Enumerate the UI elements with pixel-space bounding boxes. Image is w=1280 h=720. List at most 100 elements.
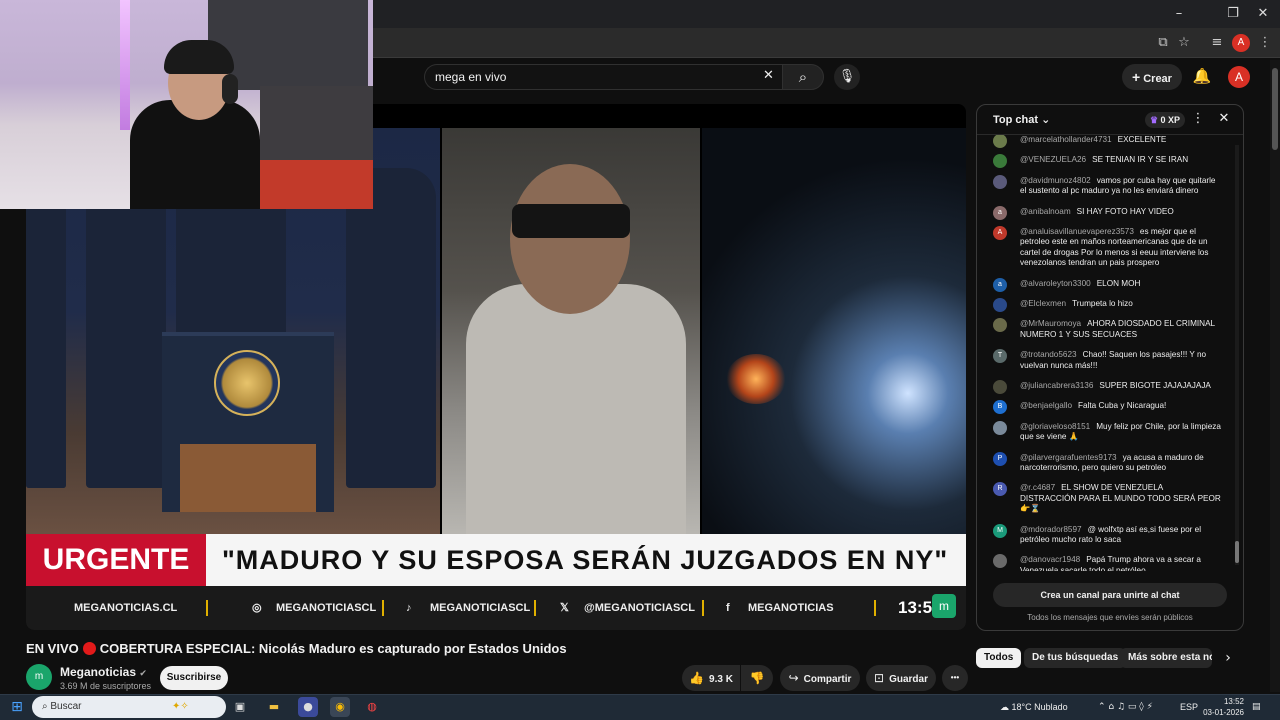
share-button[interactable]: ↪ Compartir [780,665,860,691]
chat-author-name[interactable]: @alvaroleyton3300 [1020,279,1091,288]
chat-author-avatar[interactable] [993,174,1007,189]
chat-author-name[interactable]: @marcelathollander4731 [1020,135,1112,144]
chat-author-avatar[interactable] [993,154,1007,169]
tray-icons[interactable]: ⌃ ⌂ ♫ ▭ ◊ ⚡ [1098,697,1153,717]
chat-message[interactable]: R @r.c4687 EL SHOW DE VENEZUELA DISTRACCIÓ… [993,482,1221,514]
account-avatar[interactable]: A [1228,66,1250,88]
window-maximize-button[interactable]: ❐ [1218,4,1248,24]
browser-profile-avatar[interactable]: A [1232,34,1250,52]
obs-icon[interactable]: ◍ [362,697,382,717]
chat-message[interactable]: M @mdorador8597 @ wolfxtp así es,si fuese … [993,523,1221,546]
like-button[interactable]: 👍 9.3 K [682,665,740,691]
chat-message[interactable]: @davidmunoz4802 vamos por cuba hay que qu… [993,174,1221,197]
chat-message[interactable]: @gloriaveloso8151 Muy feliz por Chile, po… [993,420,1221,443]
chat-author-name[interactable]: @r.c4687 [1020,483,1055,492]
chat-author-name[interactable]: @danovacr1948 [1020,555,1080,564]
chat-author-avatar[interactable]: A [993,226,1007,240]
chat-scroll-thumb[interactable] [1235,541,1239,563]
file-explorer-icon[interactable]: ▬ [264,697,284,717]
create-channel-button[interactable]: Crea un canal para unirte al chat [993,583,1227,607]
channel-avatar[interactable]: m [26,664,52,690]
chat-author-avatar[interactable]: T [993,349,1007,364]
chrome-icon[interactable]: ◉ [330,697,350,717]
media-controls-icon[interactable]: ≡ [1208,34,1226,52]
create-button[interactable]: + Crear [1122,64,1182,90]
chat-author-name[interactable]: @davidmunoz4802 [1020,176,1091,185]
dislike-button[interactable]: 👎 [741,665,773,691]
chat-author-avatar[interactable]: a [993,277,1007,292]
chat-author-name[interactable]: @VENEZUELA26 [1020,155,1086,164]
page-scrollbar[interactable] [1270,60,1280,692]
chat-author-name[interactable]: @benjaelgallo [1020,401,1072,410]
chip-todos[interactable]: Todos [976,648,1022,668]
chat-author-avatar[interactable]: R [993,482,1007,497]
chat-message[interactable]: T @trotando5623 Chao!! Saquen los pasajes!… [993,349,1221,371]
page-scroll-thumb[interactable] [1272,68,1278,150]
weather-widget[interactable]: ☁ 18°C Nublado [1000,697,1068,717]
chat-author-avatar[interactable]: B [993,400,1007,415]
chat-message-body: @juliancabrera3136 SUPER BIGOTE JAJAJAJAJ… [1020,381,1221,391]
chip-de-tus-busquedas[interactable]: De tus búsquedas [1024,648,1127,668]
clear-search-icon[interactable]: ✕ [763,68,774,83]
bookmark-star-icon[interactable]: ☆ [1175,34,1193,52]
chat-author-name[interactable]: @Elclexmen [1020,299,1066,308]
chat-author-name[interactable]: @mdorador8597 [1020,525,1082,534]
chat-scrollbar[interactable] [1235,145,1239,565]
chat-message[interactable]: @juliancabrera3136 SUPER BIGOTE JAJAJAJAJ… [993,380,1221,394]
discord-icon[interactable]: ● [298,697,318,717]
chat-author-avatar[interactable] [993,135,1007,148]
search-box[interactable]: ✕ [424,64,782,90]
channel-name[interactable]: Meganoticias ✔ [60,665,147,679]
voice-search-button[interactable]: 🎙 [834,64,860,90]
chat-message[interactable]: a @anibalnoam SI HAY FOTO HAY VIDEO [993,205,1221,220]
chip-mas-sobre-esta[interactable]: Más sobre esta not [1120,648,1212,668]
chat-message[interactable]: B @benjaelgallo Falta Cuba y Nicaragua! [993,400,1221,415]
chat-author-avatar[interactable] [993,380,1007,394]
language-indicator[interactable]: ESP [1180,697,1198,717]
chat-author-name[interactable]: @juliancabrera3136 [1020,381,1093,390]
chat-author-name[interactable]: @analuisavillanuevaperez3573 [1020,227,1134,236]
chat-message[interactable]: @marcelathollander4731 EXCELENTE [993,135,1221,148]
subscriber-count: 3.69 M de suscriptores [60,681,152,691]
window-minimize-button[interactable]: – [1164,4,1194,24]
chat-menu-icon[interactable]: ⋮ [1191,111,1205,129]
chat-mode-dropdown[interactable]: Top chat ⌄ [993,113,1050,126]
chat-author-avatar[interactable] [993,420,1007,435]
save-button[interactable]: ⊡ Guardar [866,665,936,691]
taskbar-search[interactable]: ⌕ Buscar ✦✧ [32,696,226,718]
chat-message[interactable]: @Elclexmen Trumpeta lo hizo [993,298,1221,312]
chat-author-avatar[interactable] [993,554,1007,569]
close-chat-icon[interactable]: ✕ [1215,111,1233,129]
chat-author-avatar[interactable]: a [993,205,1007,220]
xp-badge[interactable]: ♛ 0 XP [1145,112,1185,128]
more-actions-button[interactable]: ••• [942,665,968,691]
notifications-bell-icon[interactable]: 🔔 [1192,66,1212,86]
taskbar-clock[interactable]: 13:52 03-01-2026 [1202,696,1244,718]
install-app-icon[interactable]: ⧉ [1154,34,1172,52]
chat-author-avatar[interactable] [993,298,1007,312]
chat-message[interactable]: a @alvaroleyton3300 ELON MOH [993,277,1221,292]
chevron-right-icon[interactable]: › [1218,648,1238,668]
chat-message[interactable]: @MrMauromoya AHORA DIOSDADO EL CRIMINAL N… [993,318,1221,340]
windows-start-icon[interactable]: ⊞ [8,698,26,716]
chat-author-name[interactable]: @trotando5623 [1020,350,1077,359]
browser-menu-icon[interactable]: ⋮ [1256,34,1274,52]
search-button[interactable]: ⌕ [782,64,824,90]
chat-author-avatar[interactable]: P [993,451,1007,466]
chat-message[interactable]: A @analuisavillanuevaperez3573 es mejor qu… [993,226,1221,269]
chat-message[interactable]: @danovacr1948 Papá Trump ahora va a secar… [993,554,1221,571]
chat-author-avatar[interactable] [993,318,1007,333]
chat-author-name[interactable]: @pilarvergarafuentes9173 [1020,453,1117,462]
chat-message-body: @MrMauromoya AHORA DIOSDADO EL CRIMINAL N… [1020,319,1221,340]
window-close-button[interactable]: ✕ [1248,4,1278,24]
chat-message[interactable]: @VENEZUELA26 SE TENIAN IR Y SE IRAN [993,154,1221,169]
chat-author-name[interactable]: @MrMauromoya [1020,319,1081,328]
chat-author-avatar[interactable]: M [993,523,1007,538]
search-input[interactable] [435,65,755,89]
chat-author-name[interactable]: @gloriaveloso8151 [1020,422,1090,431]
chat-author-name[interactable]: @anibalnoam [1020,207,1071,216]
chat-message[interactable]: P @pilarvergarafuentes9173 ya acusa a madu… [993,451,1221,474]
notifications-icon[interactable]: ▤ [1252,697,1261,717]
subscribe-button[interactable]: Suscribirse [160,666,228,690]
task-view-icon[interactable]: ▣ [230,697,250,717]
